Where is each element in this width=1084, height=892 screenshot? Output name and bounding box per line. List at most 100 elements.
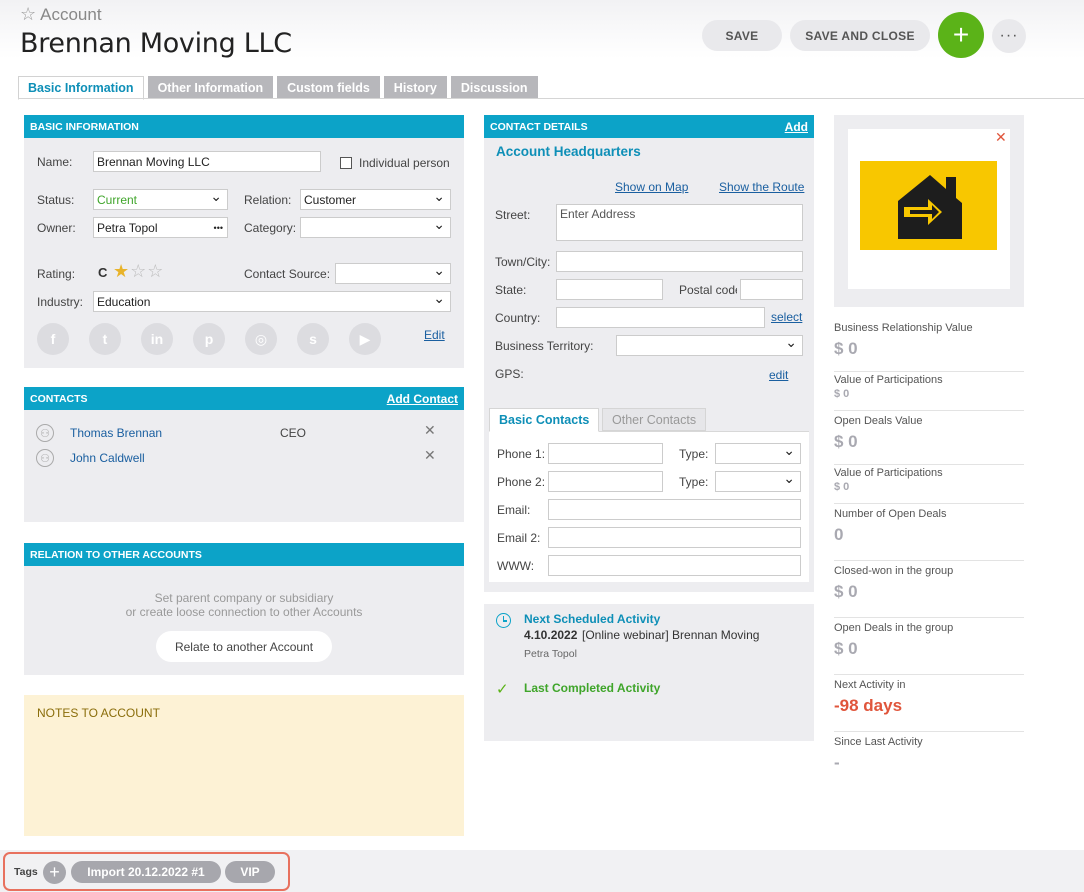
- tags-label: Tags: [14, 866, 38, 878]
- page-title: Brennan Moving LLC: [20, 28, 292, 59]
- breadcrumb: ☆ Account: [20, 4, 102, 25]
- favorite-star-icon[interactable]: ☆: [20, 4, 36, 25]
- contact-source-select[interactable]: [335, 262, 451, 284]
- select-country-link[interactable]: select: [771, 310, 802, 324]
- status-label: Status:: [37, 193, 75, 207]
- pinterest-icon[interactable]: p: [193, 323, 225, 355]
- gps-edit-link[interactable]: edit: [769, 368, 788, 382]
- more-options-button[interactable]: ···: [992, 19, 1026, 53]
- logo-frame[interactable]: ✕: [848, 129, 1010, 289]
- tab-custom-fields[interactable]: Custom fields: [277, 76, 380, 99]
- contact-source-label: Contact Source:: [244, 267, 331, 281]
- subtab-basic-contacts[interactable]: Basic Contacts: [489, 408, 600, 432]
- stat-label: Number of Open Deals: [834, 508, 947, 520]
- relate-account-button[interactable]: Relate to another Account: [156, 631, 332, 662]
- remove-contact-2-icon[interactable]: ✕: [424, 447, 436, 464]
- stat-value: $ 0: [834, 388, 850, 400]
- star-empty-icon[interactable]: ☆: [147, 261, 164, 281]
- youtube-icon[interactable]: ▶: [349, 323, 381, 355]
- town-input[interactable]: [556, 251, 803, 272]
- next-activity-title[interactable]: Next Scheduled Activity: [524, 612, 660, 626]
- phone2-type-select[interactable]: [715, 470, 801, 492]
- contact-avatar-icon: ⚇: [36, 449, 54, 467]
- next-activity-subject[interactable]: [Online webinar] Brennan Moving: [582, 628, 759, 642]
- tab-divider: [18, 98, 1084, 99]
- breadcrumb-label[interactable]: Account: [40, 5, 101, 25]
- name-field[interactable]: Brennan Moving LLC: [93, 151, 321, 172]
- phone1-type-label: Type:: [679, 447, 709, 461]
- individual-person-checkbox[interactable]: [340, 157, 352, 169]
- show-route-link[interactable]: Show the Route: [719, 180, 804, 194]
- instagram-icon[interactable]: ◎: [245, 323, 277, 355]
- country-input[interactable]: [556, 307, 765, 328]
- contact-name-1[interactable]: Thomas Brennan: [70, 426, 162, 440]
- www-input[interactable]: [548, 555, 801, 576]
- save-and-close-button[interactable]: SAVE AND CLOSE: [790, 20, 930, 51]
- stat-block: Business Relationship Value $ 0: [834, 322, 1024, 372]
- save-button[interactable]: SAVE: [702, 20, 782, 51]
- stat-label: Since Last Activity: [834, 736, 923, 748]
- phone2-label: Phone 2:: [497, 475, 546, 489]
- tab-discussion[interactable]: Discussion: [450, 76, 538, 99]
- email2-input[interactable]: [548, 527, 801, 548]
- relation-panel: RELATION TO OTHER ACCOUNTS Set parent co…: [24, 543, 464, 675]
- industry-select[interactable]: Education: [93, 290, 451, 312]
- phone2-input[interactable]: [548, 471, 663, 492]
- add-contact-link[interactable]: Add Contact: [387, 392, 458, 406]
- check-icon: ✓: [496, 681, 509, 698]
- owner-value: Petra Topol: [97, 220, 158, 235]
- tab-history[interactable]: History: [383, 76, 447, 99]
- tab-basic-information[interactable]: Basic Information: [18, 76, 144, 100]
- skype-icon[interactable]: s: [297, 323, 329, 355]
- category-select[interactable]: [300, 216, 451, 238]
- relation-select[interactable]: Customer: [300, 188, 451, 210]
- remove-contact-1-icon[interactable]: ✕: [424, 422, 436, 439]
- rating-label: Rating:: [37, 267, 76, 281]
- owner-more-icon[interactable]: •••: [214, 223, 223, 233]
- status-select[interactable]: Current: [93, 188, 228, 210]
- industry-label: Industry:: [37, 295, 84, 309]
- contact-details-header: CONTACT DETAILS Add: [484, 115, 814, 138]
- company-logo: [860, 161, 997, 250]
- relation-hint-1: Set parent company or subsidiary: [154, 591, 334, 605]
- remove-logo-icon[interactable]: ✕: [995, 129, 1007, 146]
- rating-stars[interactable]: ★☆☆: [113, 261, 164, 282]
- subtab-other-contacts[interactable]: Other Contacts: [602, 408, 707, 431]
- tag-vip[interactable]: VIP: [225, 861, 275, 883]
- stat-value: -: [834, 753, 840, 772]
- contact-details-panel: CONTACT DETAILS Add Account Headquarters…: [484, 115, 814, 592]
- street-input[interactable]: Enter Address: [556, 204, 803, 241]
- notes-panel[interactable]: NOTES TO ACCOUNT: [24, 695, 464, 836]
- contact-name-2[interactable]: John Caldwell: [70, 451, 145, 465]
- owner-field[interactable]: Petra Topol •••: [93, 217, 228, 238]
- linkedin-icon[interactable]: in: [141, 323, 173, 355]
- phone1-input[interactable]: [548, 443, 663, 464]
- email-input[interactable]: [548, 499, 801, 520]
- twitter-icon[interactable]: t: [89, 323, 121, 355]
- add-address-link[interactable]: Add: [785, 120, 808, 134]
- stat-block: Since Last Activity -: [834, 736, 1024, 786]
- stat-label: Open Deals in the group: [834, 622, 954, 634]
- address-title: Account Headquarters: [496, 144, 641, 159]
- add-button[interactable]: +: [938, 12, 984, 58]
- state-input[interactable]: [556, 279, 663, 300]
- street-label: Street:: [495, 208, 531, 222]
- stat-label: Value of Participations: [834, 374, 943, 386]
- edit-social-link[interactable]: Edit: [424, 328, 445, 342]
- stat-label: Business Relationship Value: [834, 322, 973, 334]
- star-empty-icon[interactable]: ☆: [130, 261, 147, 281]
- tag-import[interactable]: Import 20.12.2022 #1: [71, 861, 221, 883]
- category-label: Category:: [244, 221, 297, 235]
- territory-select[interactable]: [616, 334, 803, 356]
- star-filled-icon[interactable]: ★: [113, 261, 130, 281]
- last-activity-title[interactable]: Last Completed Activity: [524, 681, 660, 695]
- tab-other-information[interactable]: Other Information: [147, 76, 274, 99]
- phone1-type-select[interactable]: [715, 442, 801, 464]
- relation-hint-2: or create loose connection to other Acco…: [125, 605, 363, 619]
- stat-label: Closed-won in the group: [834, 565, 954, 577]
- postal-code-input[interactable]: [740, 279, 803, 300]
- facebook-icon[interactable]: f: [37, 323, 69, 355]
- contacts-heading: CONTACTS: [30, 392, 88, 405]
- show-on-map-link[interactable]: Show on Map: [615, 180, 688, 194]
- add-tag-button[interactable]: +: [43, 861, 66, 884]
